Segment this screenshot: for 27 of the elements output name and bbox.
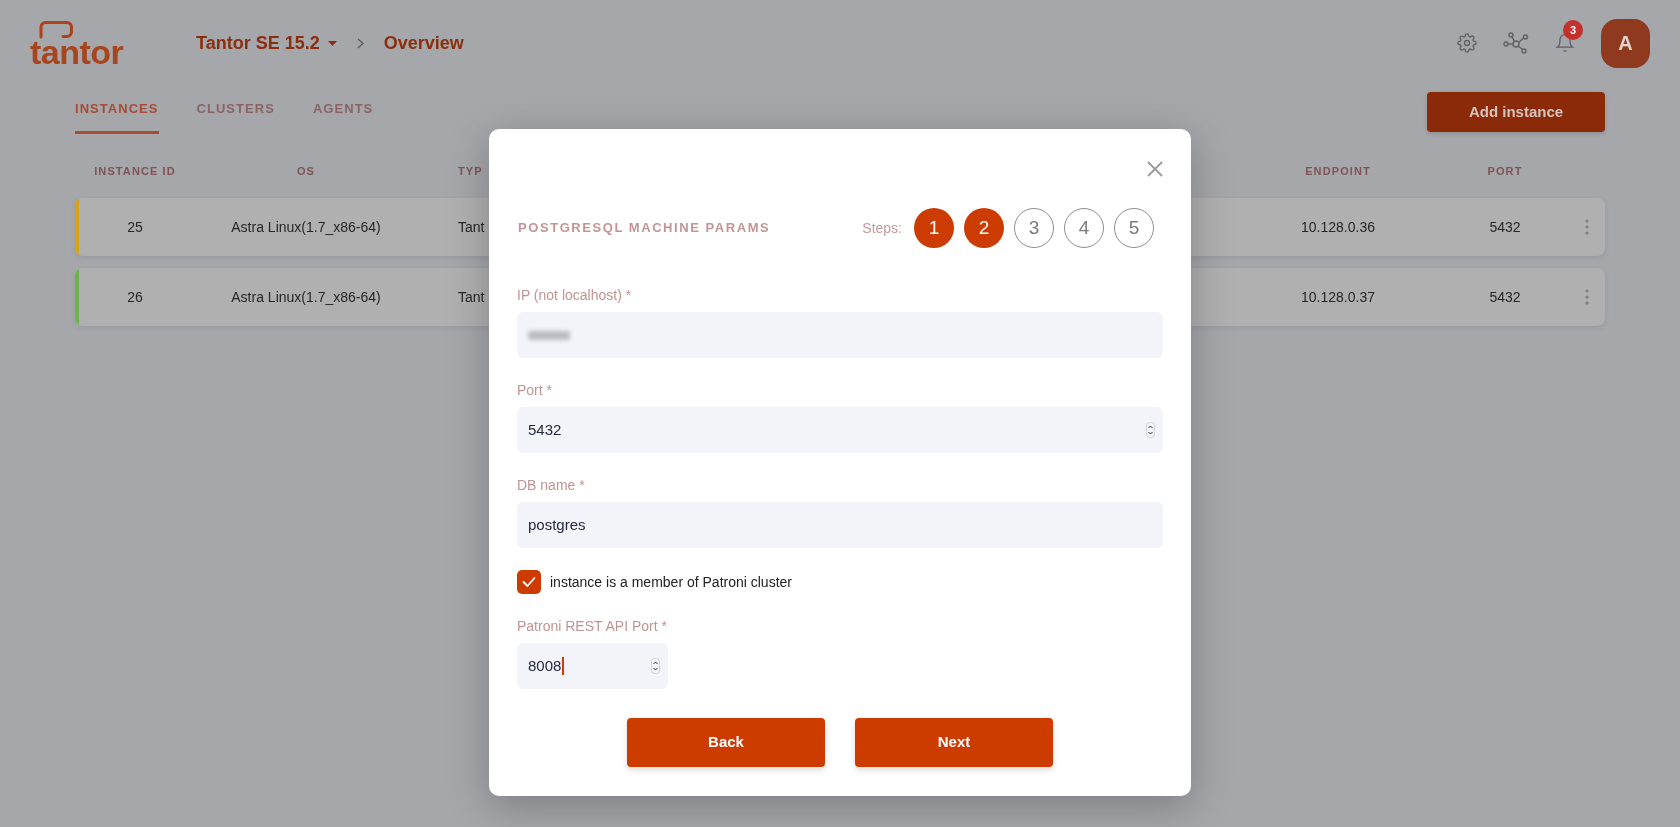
field-label: Port * xyxy=(517,381,553,400)
breadcrumb-current: Overview xyxy=(383,32,464,55)
column-header: INSTANCE ID xyxy=(94,165,176,177)
steps-label: Steps: xyxy=(862,218,902,238)
column-header: TYP xyxy=(458,165,483,177)
table-cell-text: 5432 xyxy=(1489,217,1521,237)
table-cell-text: Tant xyxy=(458,217,485,237)
table-cell-text: 26 xyxy=(127,287,143,307)
notification-badge: 3 xyxy=(1563,20,1583,40)
table-cell-text: 25 xyxy=(127,217,143,237)
step-indicator: 2 xyxy=(964,208,1004,248)
table-cell-text: 10.128.0.37 xyxy=(1301,287,1375,307)
field-label: IP (not localhost) * xyxy=(517,286,633,305)
column-header: ENDPOINT xyxy=(1305,165,1371,177)
dialog-title: POSTGRESQL MACHINE PARAMS xyxy=(518,219,771,238)
column-header: PORT xyxy=(1487,165,1523,177)
field-label: Patroni REST API Port * xyxy=(517,617,668,636)
checkbox-label: instance is a member of Patroni cluster xyxy=(550,572,792,592)
field-label: DB name * xyxy=(517,476,586,495)
table-cell-text: 5432 xyxy=(1489,287,1521,307)
step-indicator: 1 xyxy=(914,208,954,248)
table-cell-text: Astra Linux(1.7_x86-64) xyxy=(231,287,381,307)
logo-text: tantor xyxy=(30,39,124,65)
column-header: OS xyxy=(296,165,316,177)
table-cell-text: Astra Linux(1.7_x86-64) xyxy=(231,217,381,237)
table-cell-text: 10.128.0.36 xyxy=(1301,217,1375,237)
table-cell-text: Tant xyxy=(458,287,485,307)
